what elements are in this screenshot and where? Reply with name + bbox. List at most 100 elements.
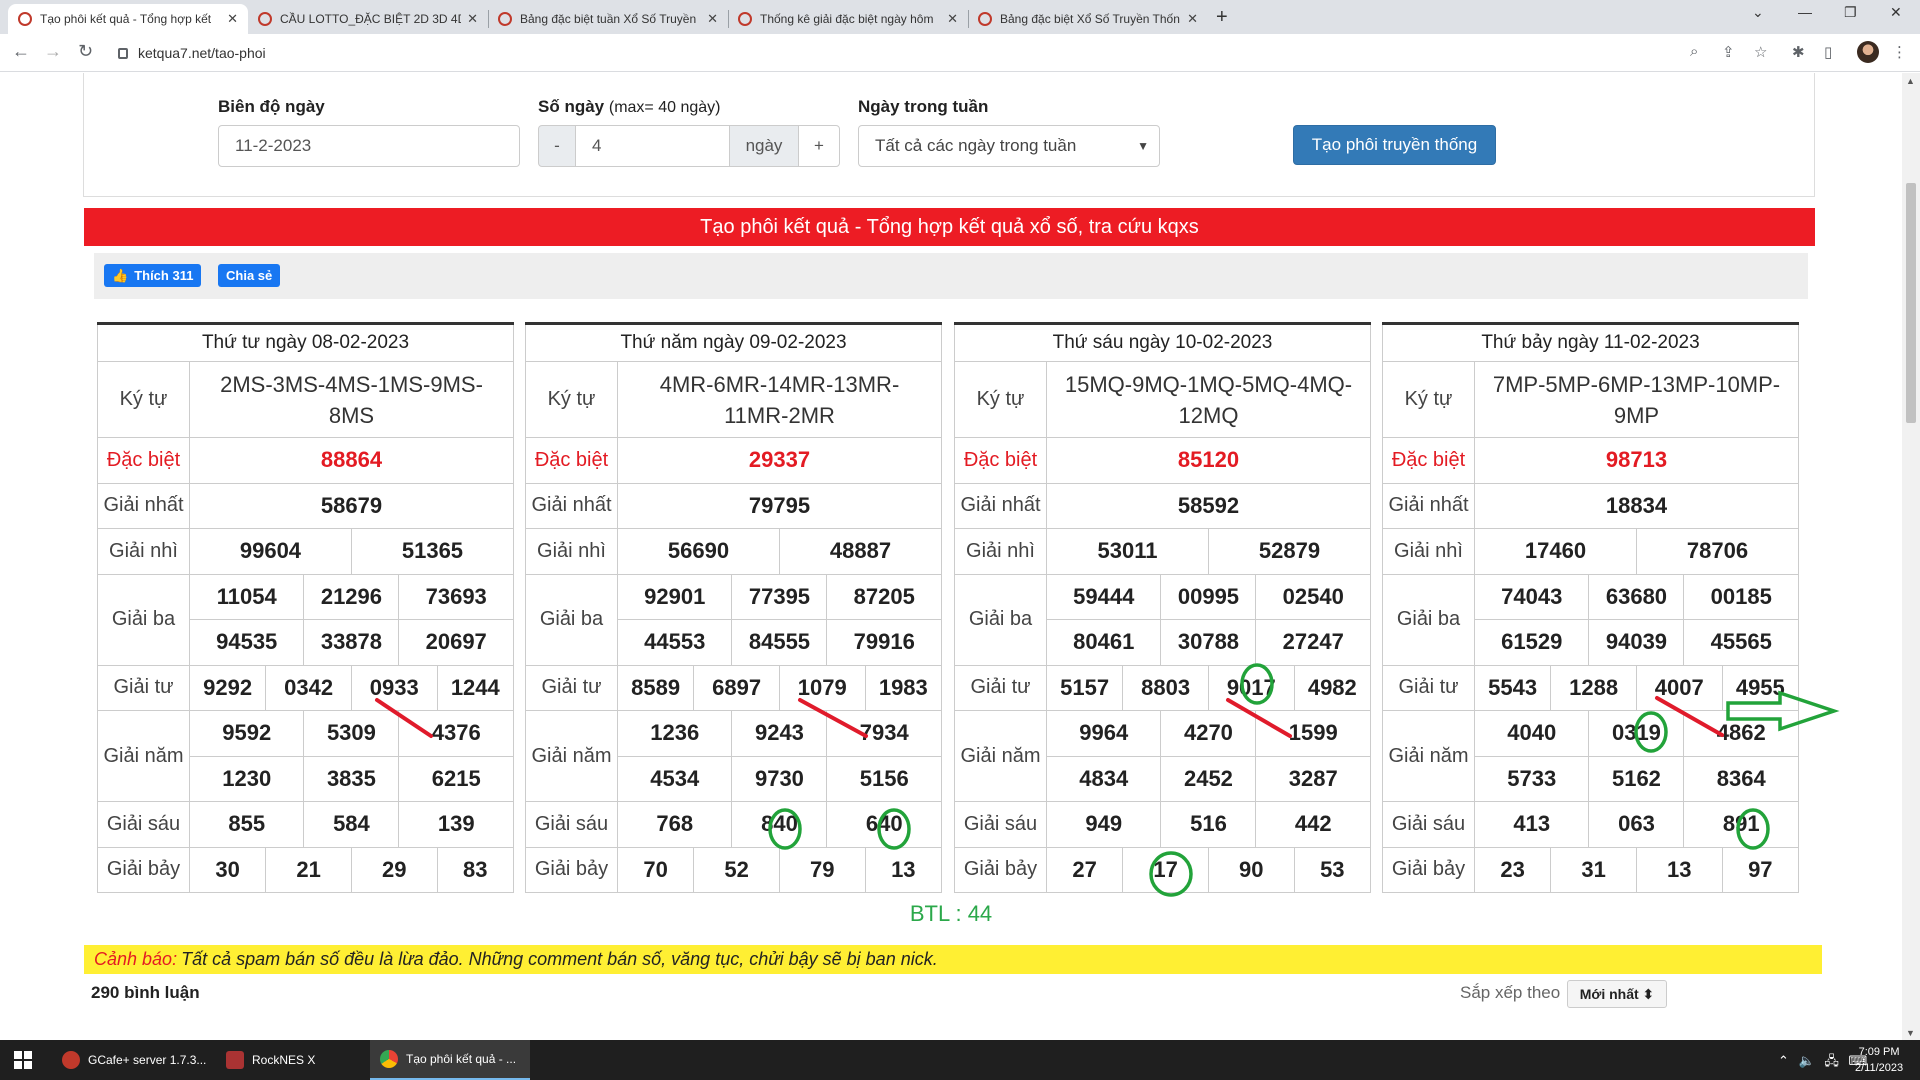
network-icon[interactable]: 🖧 [1824, 1053, 1839, 1068]
restore-icon[interactable]: ❐ [1844, 4, 1857, 21]
minimize-icon[interactable]: — [1798, 4, 1812, 20]
days-minus-button[interactable]: - [538, 125, 576, 167]
prize-value: 00185 [1683, 573, 1799, 620]
prize-value: 61529 [1473, 619, 1590, 666]
tab-close-icon[interactable]: ✕ [227, 11, 238, 27]
zoom-icon[interactable]: ⌕ [1690, 43, 1698, 60]
scroll-down-icon[interactable]: ▼ [1906, 1028, 1915, 1038]
seventh-prize-row: Giải bảy 27 17 90 53 [954, 846, 1372, 893]
row-label: Ký tự [97, 361, 190, 438]
prize-value: 58592 [1046, 482, 1371, 529]
tab-close-icon[interactable]: ✕ [467, 11, 478, 27]
tab-close-icon[interactable]: ✕ [947, 11, 958, 27]
days-plus-button[interactable]: + [798, 125, 840, 167]
prize-value: 5157 [1045, 664, 1124, 711]
share-icon[interactable]: ⇪ [1722, 43, 1735, 61]
third-prize-row: Giải ba 11054 21296 73693 [97, 573, 514, 666]
browser-tab-active[interactable]: Tạo phôi kết quả - Tổng hợp kết ✕ [8, 4, 248, 34]
taskbar-clock[interactable]: 7:09 PM 2/11/2023 [1855, 1044, 1903, 1076]
range-date-input[interactable]: 11-2-2023 [218, 125, 520, 167]
header-row: Thứ bảy ngày 11-02-2023 [1382, 323, 1799, 362]
side-panel-icon[interactable]: ▯ [1824, 43, 1832, 61]
row-label: Giải nhất [954, 482, 1047, 529]
special-prize-value: 29337 [617, 437, 942, 484]
scrollbar-thumb[interactable] [1906, 183, 1916, 423]
prize-value: 8589 [616, 664, 695, 711]
new-tab-icon[interactable]: + [1216, 6, 1228, 29]
row-label: Giải sáu [954, 801, 1047, 848]
facebook-like-button[interactable]: 👍 Thích 311 [104, 264, 202, 287]
page-banner: Tạo phôi kết quả - Tổng hợp kết quả xổ s… [84, 208, 1815, 246]
prize-value: 11054 [188, 573, 305, 620]
prize-value: 79 [778, 846, 866, 893]
prize-value: 855 [188, 801, 305, 848]
bookmark-star-icon[interactable]: ☆ [1754, 43, 1767, 61]
prize-value: 27247 [1255, 619, 1371, 666]
prize-value: 18834 [1474, 482, 1799, 529]
system-tray[interactable]: ⌃ 🔈 🖧 ⌨ [1778, 1052, 1867, 1074]
comment-count: 290 bình luận [91, 983, 200, 1002]
page-viewport: Biên độ ngày 11-2-2023 Số ngày (max= 40 … [0, 73, 1902, 1041]
tab-search-chevron-icon[interactable]: ⌄ [1752, 4, 1764, 21]
sort-select[interactable]: Mới nhất ⬍ [1567, 980, 1667, 1008]
row-label: Giải ba [97, 573, 190, 666]
close-window-icon[interactable]: ✕ [1890, 4, 1902, 21]
special-prize-value: 98713 [1474, 437, 1799, 484]
taskbar-app[interactable]: GCafe+ server 1.7.3... [52, 1040, 212, 1080]
browser-tab[interactable]: CẦU LOTTO_ĐẶC BIỆT 2D 3D 4D ✕ [248, 4, 488, 34]
browser-tab[interactable]: Bảng đặc biệt Xổ Số Truyền Thốn ✕ [968, 4, 1208, 34]
forward-icon[interactable]: → [44, 41, 62, 62]
second-prize-row: Giải nhì 56690 48887 [525, 528, 943, 575]
kytu-value: 15MQ-9MQ-1MQ-5MQ-4MQ-12MQ [1046, 361, 1371, 438]
seventh-prize-row: Giải bảy 70 52 79 13 [525, 846, 943, 893]
row-label: Giải bảy [525, 846, 618, 893]
first-prize-row: Giải nhất 58679 [97, 482, 514, 529]
facebook-share-button[interactable]: Chia sẻ [218, 264, 281, 287]
taskbar-app-label: Tạo phôi kết quả - ... [406, 1052, 517, 1066]
row-label: Giải nhì [954, 528, 1047, 575]
prize-value: 13 [864, 846, 943, 893]
prize-value: 48887 [778, 528, 943, 575]
tab-close-icon[interactable]: ✕ [1187, 11, 1198, 27]
taskbar-app[interactable]: RockNES X [216, 1040, 366, 1080]
prize-value: 78706 [1635, 528, 1800, 575]
prize-value: 840 [731, 801, 828, 848]
tab-close-icon[interactable]: ✕ [707, 11, 718, 27]
profile-avatar[interactable] [1857, 41, 1879, 63]
kytu-row: Ký tự 2MS-3MS-4MS-1MS-9MS-8MS [97, 361, 514, 438]
days-input[interactable]: 4 [575, 125, 730, 167]
prize-value: 94039 [1588, 619, 1685, 666]
prize-value: 17460 [1474, 528, 1637, 575]
special-prize-row: Đặc biệt 29337 [525, 437, 942, 484]
row-label: Giải nhất [1382, 482, 1475, 529]
prize-value: 4040 [1473, 710, 1590, 757]
row-label: Giải ba [525, 573, 618, 666]
windows-start-icon[interactable] [14, 1051, 32, 1069]
taskbar-app-active[interactable]: Tạo phôi kết quả - ... [370, 1040, 530, 1080]
generate-button[interactable]: Tạo phôi truyền thống [1293, 125, 1496, 165]
back-icon[interactable]: ← [12, 41, 30, 62]
extensions-icon[interactable]: ✱ [1792, 43, 1805, 61]
weekday-select-value: Tất cả các ngày trong tuần [875, 136, 1077, 155]
prize-value: 139 [398, 801, 514, 848]
btl-result: BTL : 44 [909, 901, 993, 926]
browser-menu-icon[interactable]: ⋮ [1892, 43, 1907, 61]
tab-title: Thống kê giải đặc biệt ngày hôm [760, 12, 934, 26]
windows-taskbar: GCafe+ server 1.7.3... RockNES X Tạo phô… [0, 1040, 1920, 1080]
taskbar-app-label: RockNES X [252, 1053, 316, 1067]
address-bar[interactable]: ketqua7.net/tao-phoi [108, 39, 1728, 67]
first-prize-row: Giải nhất 58592 [954, 482, 1371, 529]
browser-tab[interactable]: Bảng đặc biệt tuần Xổ Số Truyền ✕ [488, 4, 728, 34]
prize-value: 1079 [778, 664, 866, 711]
scroll-up-icon[interactable]: ▲ [1906, 76, 1915, 86]
prize-value: 4862 [1683, 710, 1799, 757]
first-prize-row: Giải nhất 79795 [525, 482, 942, 529]
browser-tab[interactable]: Thống kê giải đặc biệt ngày hôm ✕ [728, 4, 968, 34]
weekday-select[interactable]: Tất cả các ngày trong tuần ▼ [858, 125, 1160, 167]
prize-value: 2452 [1160, 755, 1257, 802]
volume-icon[interactable]: 🔈 [1799, 1053, 1815, 1068]
reload-icon[interactable]: ↻ [78, 41, 93, 62]
prize-value: 97 [1721, 846, 1800, 893]
tray-chevron-icon[interactable]: ⌃ [1778, 1053, 1789, 1068]
row-label: Đặc biệt [97, 437, 190, 484]
